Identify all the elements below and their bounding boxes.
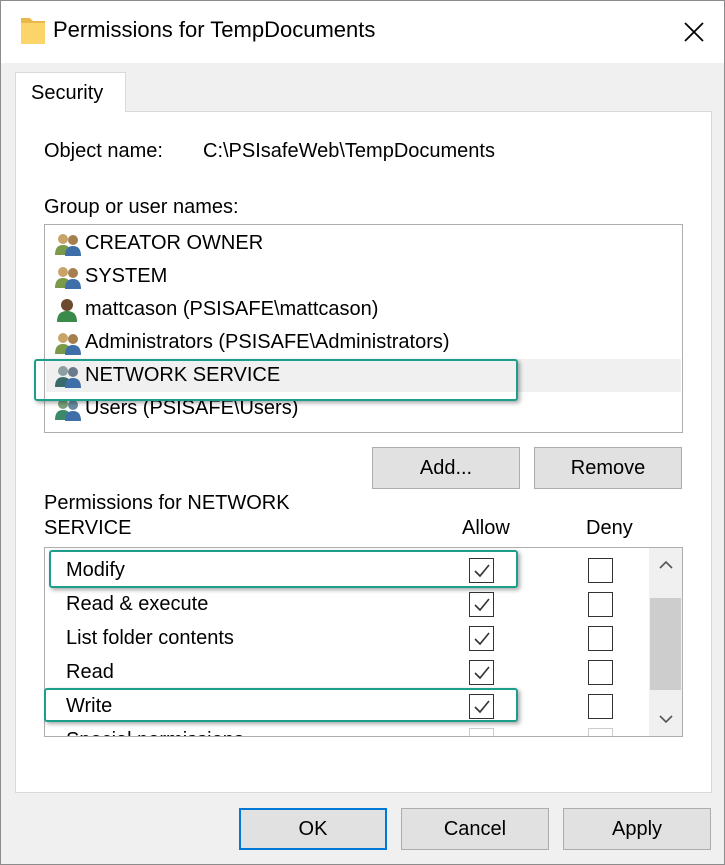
list-item[interactable]: mattcason (PSISAFE\mattcason) [46, 293, 681, 326]
permissions-for-label-line2: SERVICE [44, 517, 132, 539]
group-icon [55, 332, 81, 355]
list-item-selected[interactable]: NETWORK SERVICE [46, 359, 681, 392]
remove-button[interactable]: Remove [534, 447, 682, 489]
cancel-button[interactable]: Cancel [401, 808, 549, 850]
permissions-for-label-line1: Permissions for NETWORK [44, 492, 290, 514]
user-name: Users (PSISAFE\Users) [85, 397, 299, 419]
permissions-list[interactable]: Modify Read & execute List folder conten… [44, 547, 683, 737]
close-button[interactable] [664, 1, 724, 63]
group-icon [55, 233, 81, 256]
checkmark-icon [473, 597, 490, 611]
permission-name: Read [66, 661, 114, 683]
permission-name: Write [66, 695, 113, 717]
deny-checkbox[interactable] [588, 558, 613, 583]
user-name: CREATOR OWNER [85, 232, 264, 254]
window-title: Permissions for TempDocuments [53, 17, 376, 42]
list-item[interactable]: Administrators (PSISAFE\Administrators) [46, 326, 681, 359]
permission-name: Read & execute [66, 593, 209, 615]
group-icon [55, 365, 81, 388]
scroll-up-button[interactable] [649, 548, 682, 582]
permission-row: Read & execute [45, 587, 650, 621]
group-user-names-label: Group or user names: [44, 196, 239, 218]
list-item[interactable]: CREATOR OWNER [46, 227, 681, 260]
allow-checkbox[interactable] [469, 626, 494, 651]
user-icon [57, 298, 77, 322]
list-item[interactable]: Users (PSISAFE\Users) [46, 392, 681, 425]
apply-button[interactable]: Apply [563, 808, 711, 850]
checkmark-icon [473, 563, 490, 577]
permission-row: List folder contents [45, 621, 650, 655]
deny-checkbox[interactable] [588, 626, 613, 651]
allow-checkbox[interactable] [469, 728, 494, 736]
deny-column-header: Deny [586, 517, 633, 539]
allow-checkbox[interactable] [469, 660, 494, 685]
permission-row: Special permissions [45, 723, 650, 736]
chevron-down-icon [658, 715, 673, 724]
group-icon [55, 266, 81, 289]
permission-row: Write [45, 689, 650, 723]
user-name: NETWORK SERVICE [85, 364, 281, 386]
chevron-up-icon [658, 560, 673, 569]
title-bar: Permissions for TempDocuments [1, 1, 724, 63]
permission-name: Modify [66, 559, 125, 581]
tab-security[interactable]: Security [15, 72, 126, 112]
allow-checkbox[interactable] [469, 694, 494, 719]
add-button[interactable]: Add... [372, 447, 520, 489]
group-user-list[interactable]: CREATOR OWNER SYSTEM mattcason (PSISAFE\… [44, 224, 683, 433]
permissions-dialog: Permissions for TempDocuments Security O… [0, 0, 725, 865]
permission-name: Special permissions [66, 729, 244, 736]
permission-name: List folder contents [66, 627, 234, 649]
object-name-label: Object name: [44, 140, 163, 162]
deny-checkbox[interactable] [588, 728, 613, 736]
user-name: SYSTEM [85, 265, 168, 287]
deny-checkbox[interactable] [588, 592, 613, 617]
checkmark-icon [473, 665, 490, 679]
group-icon [55, 398, 81, 421]
allow-checkbox[interactable] [469, 592, 494, 617]
permission-row: Read [45, 655, 650, 689]
ok-button[interactable]: OK [239, 808, 387, 850]
allow-column-header: Allow [462, 517, 510, 539]
user-name: mattcason (PSISAFE\mattcason) [85, 298, 379, 320]
object-name-value: C:\PSIsafeWeb\TempDocuments [203, 140, 495, 162]
checkmark-icon [473, 631, 490, 645]
user-name: Administrators (PSISAFE\Administrators) [85, 331, 450, 353]
folder-icon [21, 18, 45, 44]
checkmark-icon [473, 699, 490, 713]
permissions-scrollbar[interactable] [649, 548, 682, 736]
deny-checkbox[interactable] [588, 660, 613, 685]
allow-checkbox[interactable] [469, 558, 494, 583]
close-icon [684, 22, 704, 42]
scroll-thumb[interactable] [650, 598, 681, 690]
scroll-down-button[interactable] [649, 702, 682, 736]
deny-checkbox[interactable] [588, 694, 613, 719]
list-item[interactable]: SYSTEM [46, 260, 681, 293]
permission-row: Modify [45, 553, 650, 587]
